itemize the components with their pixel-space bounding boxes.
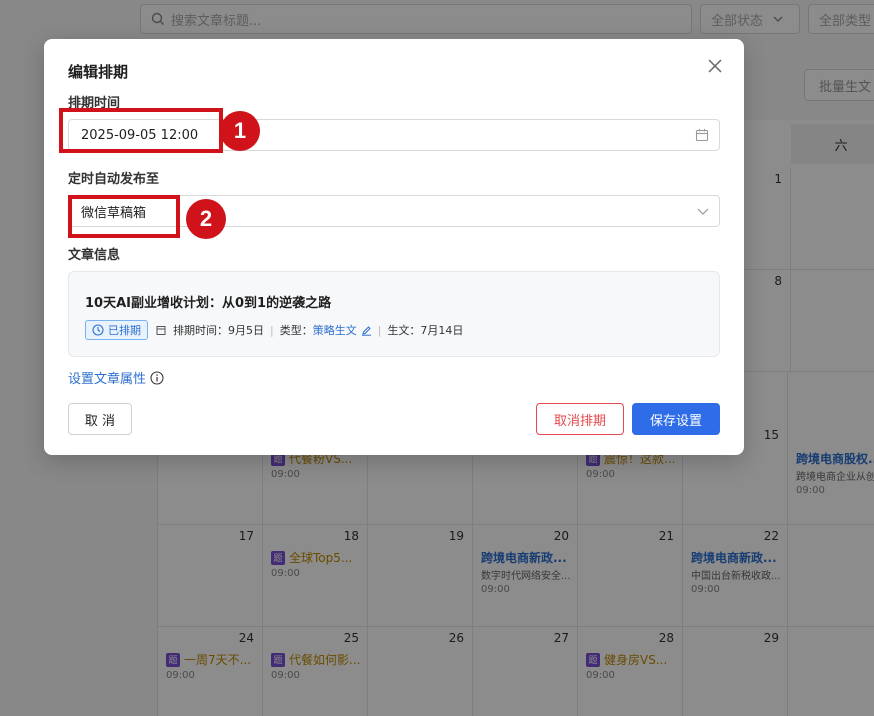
dialog-title: 编辑排期 [68,63,129,81]
article-type-prefix: 类型： [279,324,313,337]
annotation-marker-2: 2 [186,199,226,239]
close-icon[interactable] [706,57,724,75]
article-meta-row: 已排期 排期时间：9月5日 | 类型： 策略生文 | 生文：7月14日 [85,320,463,340]
annotation-box-1 [59,108,223,153]
annotation-marker-1: 1 [220,111,260,151]
publish-to-label: 定时自动发布至 [68,172,160,187]
cancel-button[interactable]: 取 消 [68,403,132,435]
status-badge: 已排期 [85,320,148,340]
calendar-clock-icon [156,325,166,335]
article-schedule-time: 排期时间：9月5日 [173,324,264,337]
separator: | [377,323,382,337]
edit-icon[interactable] [361,325,372,336]
attr-link-label: 设置文章属性 [68,372,147,387]
calendar-icon [695,129,709,142]
info-icon [150,370,164,385]
annotation-box-2 [68,195,180,238]
save-settings-button[interactable]: 保存设置 [632,403,720,435]
set-article-attributes-link[interactable]: 设置文章属性 [68,368,164,387]
status-badge-text: 已排期 [108,324,141,337]
article-info-label: 文章信息 [68,248,121,263]
clock-icon [92,324,104,336]
edit-schedule-dialog: 编辑排期 排期时间 2025-09-05 12:00 定时自动发布至 微信草稿箱… [44,39,744,455]
chevron-down-icon [697,208,709,215]
article-type-link[interactable]: 策略生文 [313,322,357,338]
article-generated-date: 生文：7月14日 [387,324,464,337]
unschedule-button[interactable]: 取消排期 [536,403,624,435]
article-title: 10天AI副业增收计划：从0到1的逆袭之路 [85,296,332,311]
article-info-card: 10天AI副业增收计划：从0到1的逆袭之路 已排期 排期时间：9月5日 | 类型… [68,271,720,357]
separator: | [270,323,274,337]
